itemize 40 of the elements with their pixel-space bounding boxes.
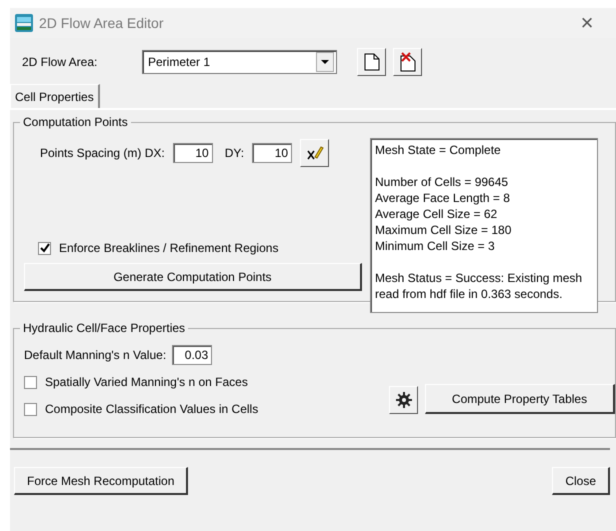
checkbox-label: Composite Classification Values in Cells (45, 402, 258, 416)
delete-document-icon (398, 52, 416, 72)
checkbox-label: Enforce Breaklines / Refinement Regions (59, 241, 278, 255)
delete-area-button[interactable] (393, 48, 422, 76)
caret-icon (321, 60, 329, 64)
checkbox-label: Spatially Varied Manning's n on Faces (45, 375, 248, 389)
group-title: Computation Points (20, 115, 131, 129)
checkbox[interactable] (24, 402, 37, 416)
compute-tables-button[interactable]: Compute Property Tables (425, 384, 615, 414)
flow-area-dropdown[interactable]: Perimeter 1 (142, 50, 337, 74)
spacing-label: Points Spacing (m) DX: (40, 146, 165, 160)
info-line: Average Face Length = 8 (375, 190, 511, 206)
tab[interactable]: Cell Properties (10, 84, 100, 108)
xy-button[interactable] (300, 139, 330, 167)
new-area-button[interactable] (357, 48, 386, 76)
gear-icon (396, 392, 412, 408)
info-line: Number of Cells = 99645 (375, 174, 510, 190)
manning-label: Default Manning's n Value: (24, 348, 166, 362)
generate-button[interactable]: Generate Computation Points (24, 263, 362, 291)
dy-label: DY: (224, 146, 244, 160)
document-icon (362, 52, 380, 72)
info-line: Mesh Status = Success: Existing mesh read from hdf file in 0.363 seconds. (375, 270, 584, 302)
window-title: 2D Flow Area Editor (39, 15, 164, 31)
info-line: Mesh State = Complete (375, 142, 502, 158)
checkbox[interactable] (24, 376, 37, 388)
checkbox[interactable] (38, 242, 51, 254)
dy-field[interactable]: 10 (252, 143, 292, 163)
footer-button[interactable]: Force Mesh Recomputation (14, 467, 188, 495)
group-title: Hydraulic Cell/Face Properties (20, 321, 188, 335)
dx-field[interactable]: 10 (172, 143, 213, 163)
flow-area-label: 2D Flow Area: (22, 55, 98, 69)
info-line: Maximum Cell Size = 180 (375, 222, 512, 238)
close-button[interactable]: × (572, 10, 602, 36)
app-icon (15, 14, 33, 32)
manning-field[interactable]: 0.03 (172, 345, 212, 365)
info-line: Average Cell Size = 62 (375, 206, 498, 222)
pencil-icon (306, 145, 324, 161)
settings-button[interactable] (389, 386, 418, 414)
info-line: Minimum Cell Size = 3 (375, 238, 496, 254)
footer-button[interactable]: Close (552, 467, 610, 495)
